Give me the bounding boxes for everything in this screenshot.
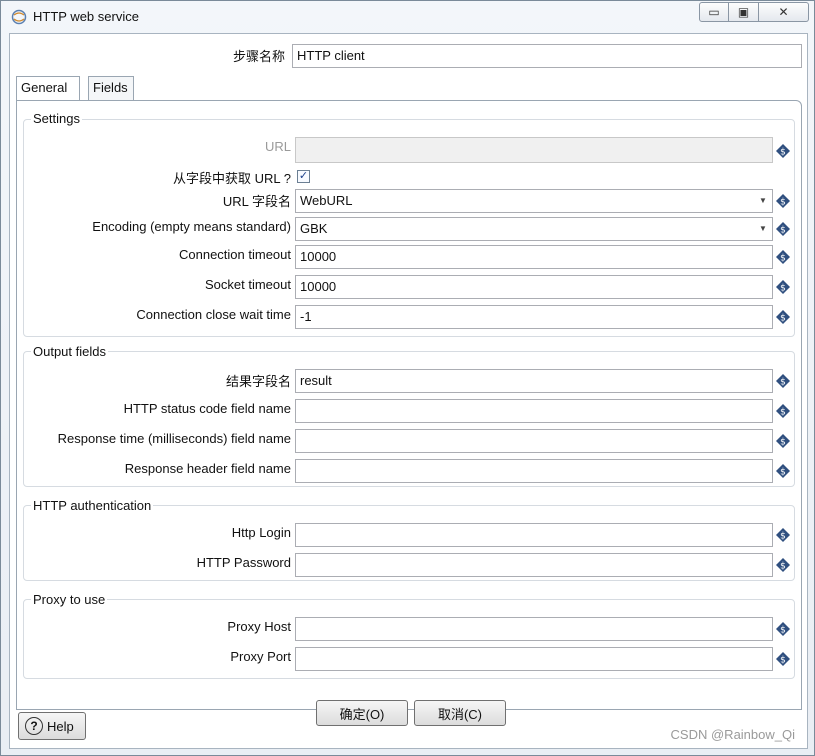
step-name-input[interactable]: HTTP client	[292, 44, 802, 68]
variable-icon: $	[776, 622, 790, 636]
dialog-body: 步骤名称 HTTP client General Fields Settings…	[9, 33, 808, 749]
socket-timeout-input[interactable]: 10000	[295, 275, 773, 299]
proxy-host-input[interactable]	[295, 617, 773, 641]
cancel-button[interactable]: 取消(C)	[414, 700, 506, 726]
variable-icon: $	[776, 310, 790, 324]
status-code-label: HTTP status code field name	[123, 401, 291, 416]
status-code-input[interactable]	[295, 399, 773, 423]
proxy-host-label: Proxy Host	[227, 619, 291, 634]
response-time-input[interactable]	[295, 429, 773, 453]
http-login-input[interactable]	[295, 523, 773, 547]
result-field-label: 结果字段名	[225, 374, 291, 389]
url-field-name-value: WebURL	[300, 193, 353, 208]
help-icon: ?	[25, 717, 43, 735]
svg-text:$: $	[780, 314, 786, 324]
connection-close-wait-label: Connection close wait time	[136, 307, 291, 322]
svg-text:$: $	[780, 656, 786, 666]
variable-icon: $	[776, 528, 790, 542]
connection-timeout-input[interactable]: 10000	[295, 245, 773, 269]
ok-button[interactable]: 确定(O)	[316, 700, 408, 726]
variable-icon: $	[776, 222, 790, 236]
response-header-label: Response header field name	[124, 461, 291, 476]
tab-general[interactable]: General	[16, 76, 80, 100]
minimize-icon: ▭	[708, 5, 720, 19]
svg-text:$: $	[780, 226, 786, 236]
encoding-label: Encoding (empty means standard)	[92, 219, 291, 234]
encoding-value: GBK	[300, 221, 328, 236]
connection-timeout-label: Connection timeout	[178, 247, 291, 262]
maximize-button[interactable]: ▣	[729, 2, 759, 22]
title-bar: HTTP web service ▭ ▣ ✕	[1, 1, 814, 33]
result-field-input[interactable]: result	[295, 369, 773, 393]
svg-text:$: $	[780, 626, 786, 636]
variable-icon: $	[776, 464, 790, 478]
watermark-text: CSDN @Rainbow_Qi	[670, 727, 795, 742]
svg-text:$: $	[780, 284, 786, 294]
encoding-combo[interactable]: GBK ▼	[295, 217, 773, 241]
proxy-port-label: Proxy Port	[230, 649, 291, 664]
chevron-down-icon[interactable]: ▼	[754, 190, 772, 212]
svg-text:$: $	[780, 408, 786, 418]
svg-text:$: $	[780, 438, 786, 448]
proxy-group-title: Proxy to use	[31, 592, 108, 607]
variable-icon: $	[776, 144, 790, 158]
tab-fields[interactable]: Fields	[88, 76, 134, 100]
url-input[interactable]	[295, 137, 773, 163]
http-login-label: Http Login	[231, 525, 291, 540]
svg-text:$: $	[780, 468, 786, 478]
minimize-button[interactable]: ▭	[699, 2, 729, 22]
http-password-label: HTTP Password	[196, 555, 291, 570]
svg-text:$: $	[780, 148, 786, 158]
url-from-field-checkbox[interactable]: ✓	[297, 170, 310, 183]
app-icon	[11, 9, 27, 25]
variable-icon: $	[776, 404, 790, 418]
maximize-icon: ▣	[737, 5, 750, 19]
url-label: URL	[264, 139, 291, 154]
help-button-label: Help	[47, 718, 74, 734]
proxy-port-input[interactable]	[295, 647, 773, 671]
url-field-name-combo[interactable]: WebURL ▼	[295, 189, 773, 213]
window-title: HTTP web service	[33, 9, 139, 24]
variable-icon: $	[776, 250, 790, 264]
svg-text:$: $	[780, 532, 786, 542]
url-from-field-label: 从字段中获取 URL ?	[173, 171, 291, 186]
settings-group-title: Settings	[31, 111, 82, 126]
output-fields-group-title: Output fields	[31, 344, 108, 359]
variable-icon: $	[776, 434, 790, 448]
chevron-down-icon[interactable]: ▼	[754, 218, 772, 240]
svg-text:$: $	[780, 254, 786, 264]
response-time-label: Response time (milliseconds) field name	[57, 431, 291, 446]
close-icon: ✕	[778, 5, 789, 19]
close-button[interactable]: ✕	[759, 2, 809, 22]
svg-text:$: $	[780, 562, 786, 572]
general-tab-panel: Settings URL $ 从字段中获取 URL ? ✓ URL 字段名 We…	[16, 100, 802, 710]
variable-icon: $	[776, 652, 790, 666]
variable-icon: $	[776, 374, 790, 388]
http-password-input[interactable]	[295, 553, 773, 577]
http-authentication-group-title: HTTP authentication	[31, 498, 154, 513]
help-button[interactable]: ? Help	[18, 712, 86, 740]
step-name-label: 步骤名称	[232, 49, 285, 64]
socket-timeout-label: Socket timeout	[205, 277, 291, 292]
variable-icon: $	[776, 194, 790, 208]
svg-text:$: $	[780, 378, 786, 388]
url-field-name-label: URL 字段名	[222, 194, 291, 209]
variable-icon: $	[776, 280, 790, 294]
svg-text:$: $	[780, 198, 786, 208]
variable-icon: $	[776, 558, 790, 572]
http-web-service-dialog: HTTP web service ▭ ▣ ✕ 步骤名称 HTTP client …	[0, 0, 815, 756]
window-controls: ▭ ▣ ✕	[699, 2, 809, 22]
response-header-input[interactable]	[295, 459, 773, 483]
connection-close-wait-input[interactable]: -1	[295, 305, 773, 329]
